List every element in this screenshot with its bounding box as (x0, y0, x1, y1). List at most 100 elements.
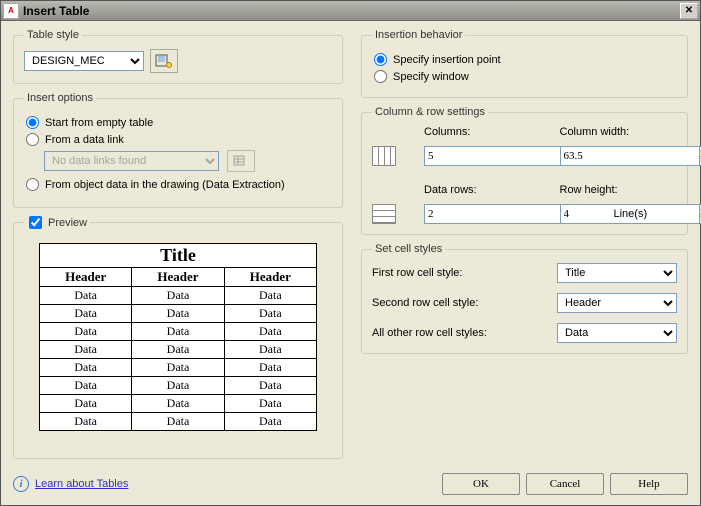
table-style-launch-button[interactable] (150, 49, 178, 73)
insertion-behavior-group: Insertion behavior Specify insertion poi… (361, 29, 688, 98)
dialog-footer: i Learn about Tables OK Cancel Help (1, 467, 700, 505)
ok-button[interactable]: OK (442, 473, 520, 495)
second-row-style-select[interactable]: Header (558, 294, 676, 312)
preview-data-cell: Data (40, 377, 132, 395)
cancel-button[interactable]: Cancel (526, 473, 604, 495)
dialog-launcher-icon (155, 53, 173, 69)
preview-legend: Preview (24, 216, 90, 229)
preview-header-cell: Header (40, 268, 132, 287)
preview-title-cell: Title (40, 244, 317, 268)
close-button[interactable]: ✕ (680, 3, 698, 19)
preview-data-cell: Data (224, 395, 316, 413)
preview-data-cell: Data (40, 287, 132, 305)
insert-table-dialog: A Insert Table ✕ Table style DESIGN_MEC (0, 0, 701, 506)
start-empty-radio-row[interactable]: Start from empty table (24, 116, 332, 129)
insert-options-legend: Insert options (24, 92, 96, 104)
from-datalink-radio-row[interactable]: From a data link (24, 133, 332, 146)
specify-point-radio-row[interactable]: Specify insertion point (372, 53, 677, 66)
preview-data-cell: Data (224, 341, 316, 359)
specify-window-label: Specify window (393, 71, 469, 83)
info-icon: i (13, 476, 29, 492)
second-row-style-label: Second row cell style: (372, 297, 547, 309)
preview-data-cell: Data (224, 323, 316, 341)
from-extraction-radio[interactable] (26, 178, 39, 191)
app-icon: A (3, 3, 19, 19)
preview-data-cell: Data (132, 323, 224, 341)
preview-group: Preview Title HeaderHeaderHeader DataDat… (13, 216, 343, 459)
insert-options-group: Insert options Start from empty table Fr… (13, 92, 343, 208)
columns-spinner[interactable]: ▲▼ (424, 146, 494, 166)
cellstyles-legend: Set cell styles (372, 243, 445, 255)
from-extraction-radio-row[interactable]: From object data in the drawing (Data Ex… (24, 178, 332, 191)
columns-label: Columns: (424, 126, 542, 138)
first-row-style-combo[interactable]: Title (557, 263, 677, 283)
table-style-select[interactable]: DESIGN_MEC (25, 52, 143, 70)
preview-data-cell: Data (132, 287, 224, 305)
window-title: Insert Table (23, 4, 680, 18)
datarows-input[interactable] (424, 204, 563, 224)
lines-label: Line(s) (614, 208, 648, 220)
datalink-browse-button (227, 150, 255, 172)
help-button[interactable]: Help (610, 473, 688, 495)
preview-data-cell: Data (132, 395, 224, 413)
colrow-legend: Column & row settings (372, 106, 488, 118)
datarows-label: Data rows: (424, 184, 542, 196)
start-empty-radio[interactable] (26, 116, 39, 129)
preview-data-cell: Data (224, 359, 316, 377)
table-style-legend: Table style (24, 29, 82, 41)
preview-label: Preview (48, 217, 87, 229)
preview-data-cell: Data (132, 413, 224, 431)
datalink-combo: No data links found (44, 151, 219, 171)
datalink-select: No data links found (45, 152, 218, 170)
datalink-icon (232, 153, 250, 169)
specify-window-radio[interactable] (374, 70, 387, 83)
set-cell-styles-group: Set cell styles First row cell style: Ti… (361, 243, 688, 354)
preview-data-cell: Data (224, 413, 316, 431)
preview-table: Title HeaderHeaderHeader DataDataDataDat… (39, 243, 317, 431)
preview-header-cell: Header (224, 268, 316, 287)
preview-data-cell: Data (132, 377, 224, 395)
preview-data-cell: Data (224, 377, 316, 395)
colwidth-label: Column width: (560, 126, 678, 138)
preview-data-cell: Data (132, 359, 224, 377)
preview-checkbox[interactable] (29, 216, 42, 229)
preview-data-cell: Data (40, 305, 132, 323)
preview-data-cell: Data (224, 305, 316, 323)
table-style-combo[interactable]: DESIGN_MEC (24, 51, 144, 71)
first-row-style-select[interactable]: Title (558, 264, 676, 282)
other-rows-style-label: All other row cell styles: (372, 327, 547, 339)
preview-header-cell: Header (132, 268, 224, 287)
datarows-spinner[interactable]: ▲▼ (424, 204, 494, 224)
rows-icon (372, 204, 396, 224)
preview-data-cell: Data (40, 341, 132, 359)
specify-point-label: Specify insertion point (393, 54, 501, 66)
column-row-settings-group: Column & row settings Columns: Column wi… (361, 106, 688, 235)
start-empty-label: Start from empty table (45, 117, 153, 129)
preview-data-cell: Data (40, 413, 132, 431)
preview-data-cell: Data (224, 287, 316, 305)
specify-point-radio[interactable] (374, 53, 387, 66)
columns-icon (372, 146, 396, 166)
from-extraction-label: From object data in the drawing (Data Ex… (45, 179, 285, 191)
rowheight-spinner[interactable]: ▲▼ (560, 204, 610, 224)
titlebar: A Insert Table ✕ (1, 1, 700, 21)
second-row-style-combo[interactable]: Header (557, 293, 677, 313)
preview-data-cell: Data (40, 323, 132, 341)
colwidth-input[interactable] (560, 146, 699, 166)
other-rows-style-combo[interactable]: Data (557, 323, 677, 343)
colwidth-spinner[interactable]: ▲▼ (560, 146, 630, 166)
specify-window-radio-row[interactable]: Specify window (372, 70, 677, 83)
table-style-group: Table style DESIGN_MEC (13, 29, 343, 84)
rowheight-label: Row height: (560, 184, 678, 196)
insertion-behavior-legend: Insertion behavior (372, 29, 465, 41)
preview-data-cell: Data (132, 341, 224, 359)
from-datalink-label: From a data link (45, 134, 124, 146)
columns-input[interactable] (424, 146, 563, 166)
preview-data-cell: Data (40, 359, 132, 377)
preview-data-cell: Data (40, 395, 132, 413)
learn-about-tables-link[interactable]: Learn about Tables (35, 478, 128, 490)
preview-data-cell: Data (132, 305, 224, 323)
other-rows-style-select[interactable]: Data (558, 324, 676, 342)
from-datalink-radio[interactable] (26, 133, 39, 146)
first-row-style-label: First row cell style: (372, 267, 547, 279)
